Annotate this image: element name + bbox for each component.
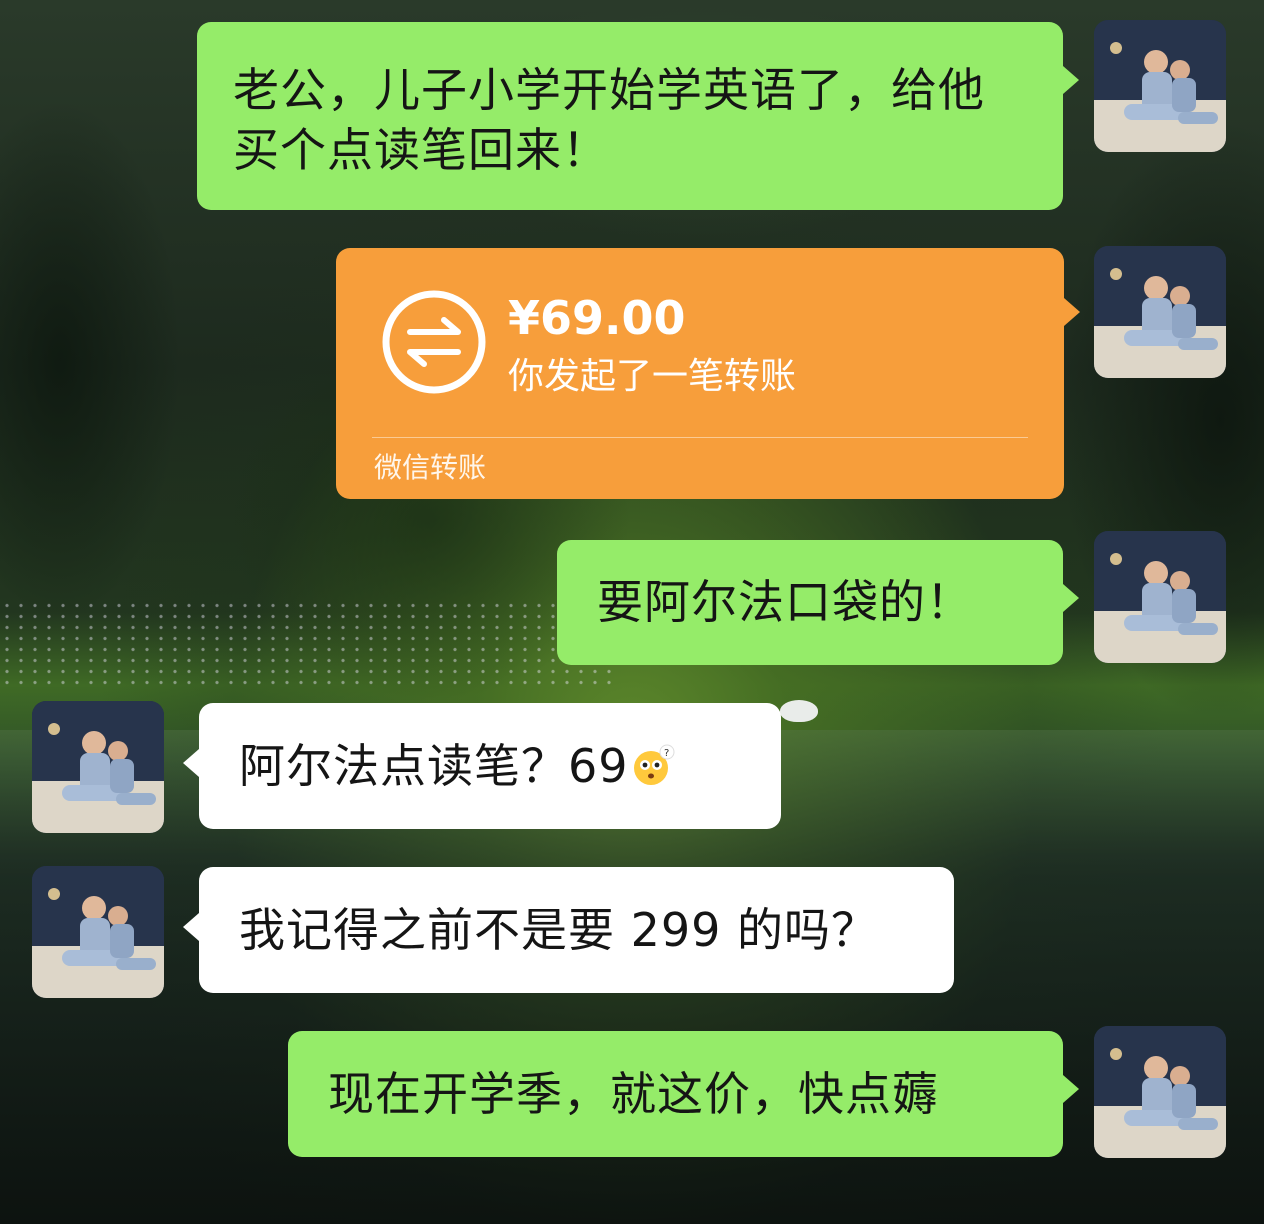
transfer-card[interactable]: ¥69.00 你发起了一笔转账 微信转账 (336, 248, 1080, 499)
message-bubble-self[interactable]: 要阿尔法口袋的！ (557, 540, 1079, 665)
self-avatar[interactable] (1094, 20, 1226, 152)
transfer-amount: ¥69.00 (508, 291, 686, 345)
self-avatar[interactable] (1094, 1026, 1226, 1158)
contact-avatar[interactable] (32, 701, 164, 833)
message-bubble-self[interactable]: 现在开学季，就这价，快点薅 (288, 1031, 1079, 1157)
svg-text:?: ? (664, 748, 670, 759)
message-text: 老公，儿子小学开始学英语了，给他买个点读笔回来！ (233, 63, 985, 177)
transfer-divider (372, 437, 1028, 438)
message-bubble-other[interactable]: 阿尔法点读笔？69 ? (183, 703, 781, 829)
transfer-description: 你发起了一笔转账 (508, 356, 797, 397)
transfer-exchange-icon (382, 290, 486, 394)
message-text: 我记得之前不是要 299 的吗？ (239, 903, 879, 957)
flushed-question-emoji-icon: ? (631, 742, 675, 786)
message-text: 要阿尔法口袋的！ (597, 575, 973, 629)
swan (780, 700, 818, 722)
message-bubble-self[interactable]: 老公，儿子小学开始学英语了，给他买个点读笔回来！ (197, 22, 1079, 210)
meadow-flowers (0, 600, 620, 690)
self-avatar[interactable] (1094, 531, 1226, 663)
message-text: 现在开学季，就这价，快点薅 (328, 1067, 939, 1121)
self-avatar[interactable] (1094, 246, 1226, 378)
transfer-source-label: 微信转账 (374, 451, 487, 484)
message-bubble-other[interactable]: 我记得之前不是要 299 的吗？ (183, 867, 954, 993)
contact-avatar[interactable] (32, 866, 164, 998)
message-text: 阿尔法点读笔？69 (239, 739, 629, 793)
